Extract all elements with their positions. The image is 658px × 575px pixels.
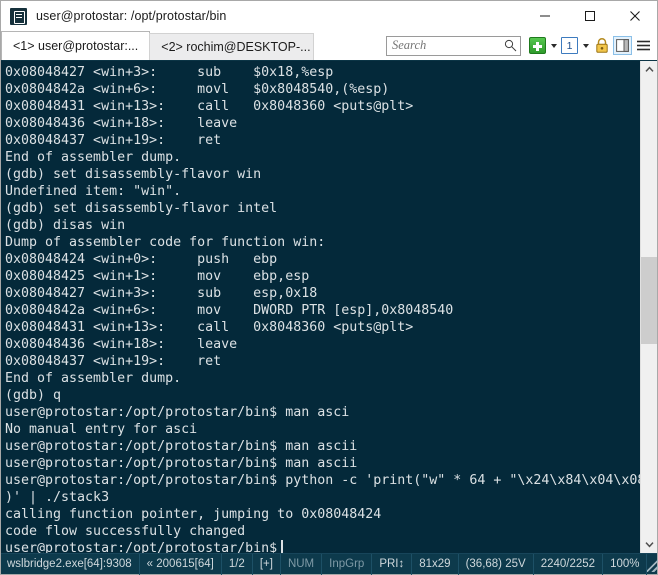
status-process: wslbridge2.exe[64]:9308 — [1, 553, 140, 575]
active-console-chevron-down-icon[interactable] — [581, 37, 590, 54]
terminal-line: 0x08048436 <win+18>: leave — [5, 337, 238, 352]
terminal-line: 0x08048425 <win+1>: mov ebp,esp — [5, 269, 310, 284]
window-title: user@protostar: /opt/protostar/bin — [36, 9, 227, 23]
active-console-button[interactable]: 1 — [560, 36, 579, 55]
split-pane-button[interactable] — [613, 36, 632, 55]
terminal-line: calling function pointer, jumping to 0x0… — [5, 507, 382, 522]
console-number-badge: 1 — [561, 37, 578, 54]
new-console-button[interactable] — [528, 36, 547, 55]
terminal-window: user@protostar: /opt/protostar/bin <1> u… — [0, 0, 658, 575]
terminal-line: 0x0804842a <win+6>: mov DWORD PTR [esp],… — [5, 303, 454, 318]
terminal-line: (gdb) set disassembly-flavor intel — [5, 201, 278, 216]
lock-icon — [595, 37, 608, 53]
status-zoom: 100% — [603, 553, 648, 575]
search-box[interactable] — [386, 35, 521, 56]
toolbar: 1 — [386, 31, 657, 60]
menu-button[interactable] — [634, 36, 653, 55]
hamburger-menu-icon — [637, 40, 650, 51]
close-button[interactable] — [612, 1, 657, 31]
terminal-scrollbar[interactable] — [640, 61, 657, 553]
terminal-line: (gdb) disas win — [5, 218, 126, 233]
chevron-up-icon — [644, 66, 654, 72]
tab-console-2[interactable]: <2> rochim@DESKTOP-... — [149, 33, 315, 60]
terminal-line: (gdb) q — [5, 388, 62, 403]
terminal-line: )' | ./stack3 — [5, 490, 110, 505]
minimize-button[interactable] — [522, 1, 567, 31]
status-tab-count: 1/2 — [222, 553, 253, 575]
terminal-line: (gdb) set disassembly-flavor win — [5, 167, 262, 182]
terminal-line: 0x08048427 <win+3>: sub esp,0x18 — [5, 286, 318, 301]
tab-bar: <1> user@protostar:... <2> rochim@DESKTO… — [1, 31, 657, 60]
terminal-line: 0x08048431 <win+13>: call 0x8048360 <put… — [5, 320, 414, 335]
terminal-prompt-line: user@protostar:/opt/protostar/bin$ — [5, 540, 640, 553]
terminal-line: code flow successfully changed — [5, 524, 246, 539]
search-input[interactable] — [392, 38, 504, 53]
status-buffer: 2240/2252 — [534, 553, 604, 575]
resize-grip[interactable] — [647, 556, 658, 572]
scrollbar-track[interactable] — [641, 78, 657, 536]
status-plus: [+] — [253, 553, 281, 575]
terminal-line: user@protostar:/opt/protostar/bin$ man a… — [5, 405, 350, 420]
title-bar: user@protostar: /opt/protostar/bin — [1, 1, 657, 31]
status-bar: wslbridge2.exe[64]:9308 « 200615[64] 1/2… — [1, 553, 658, 575]
status-input-group: InpGrp — [322, 553, 373, 575]
terminal-area: 0x08048427 <win+3>: sub $0x18,%esp 0x0804… — [1, 60, 657, 553]
window-controls — [522, 1, 657, 31]
terminal-line: End of assembler dump. — [5, 371, 182, 386]
status-build: « 200615[64] — [140, 553, 222, 575]
terminal-line: End of assembler dump. — [5, 150, 182, 165]
terminal-line: 0x08048424 <win+0>: push ebp — [5, 252, 278, 267]
lock-button[interactable] — [592, 36, 611, 55]
conemu-icon — [10, 7, 27, 25]
terminal-line: user@protostar:/opt/protostar/bin$ man a… — [5, 439, 358, 454]
split-pane-icon — [616, 39, 629, 52]
tab-console-2-label: <2> rochim@DESKTOP-... — [161, 40, 311, 54]
terminal-line: 0x08048431 <win+13>: call 0x8048360 <put… — [5, 99, 414, 114]
scrollbar-up-button[interactable] — [641, 61, 657, 78]
terminal-line: 0x08048427 <win+3>: sub $0x18,%esp — [5, 65, 334, 80]
scrollbar-thumb[interactable] — [641, 256, 657, 344]
terminal-line: 0x08048437 <win+19>: ret — [5, 133, 222, 148]
terminal-line: user@protostar:/opt/protostar/bin$ pytho… — [5, 473, 640, 488]
terminal-line: No manual entry for asci — [5, 422, 198, 437]
terminal-line: 0x0804842a <win+6>: movl $0x8048540,(%es… — [5, 82, 390, 97]
scrollbar-down-button[interactable] — [641, 536, 657, 553]
green-plus-icon — [529, 37, 546, 54]
terminal-line: 0x08048437 <win+19>: ret — [5, 354, 222, 369]
terminal-line: user@protostar:/opt/protostar/bin$ man a… — [5, 456, 358, 471]
new-console-chevron-down-icon[interactable] — [549, 37, 558, 54]
terminal-line: 0x08048436 <win+18>: leave — [5, 116, 238, 131]
status-console-size: 81x29 — [412, 553, 459, 575]
tab-console-1-label: <1> user@protostar:... — [13, 39, 139, 53]
status-num-lock: NUM — [281, 553, 323, 575]
status-cursor-coords: (36,68) 25V — [459, 553, 534, 575]
tab-console-1[interactable]: <1> user@protostar:... — [1, 31, 151, 60]
chevron-down-icon — [644, 542, 654, 548]
terminal-output[interactable]: 0x08048427 <win+3>: sub $0x18,%esp 0x0804… — [1, 61, 640, 553]
terminal-prompt: user@protostar:/opt/protostar/bin$ — [5, 541, 278, 553]
maximize-button[interactable] — [567, 1, 612, 31]
status-priority: PRI↕ — [372, 553, 413, 575]
terminal-line: Dump of assembler code for function win: — [5, 235, 326, 250]
search-icon — [504, 39, 517, 52]
tab-list: <1> user@protostar:... <2> rochim@DESKTO… — [1, 31, 315, 60]
terminal-cursor — [281, 540, 284, 553]
terminal-line: Undefined item: "win". — [5, 184, 182, 199]
